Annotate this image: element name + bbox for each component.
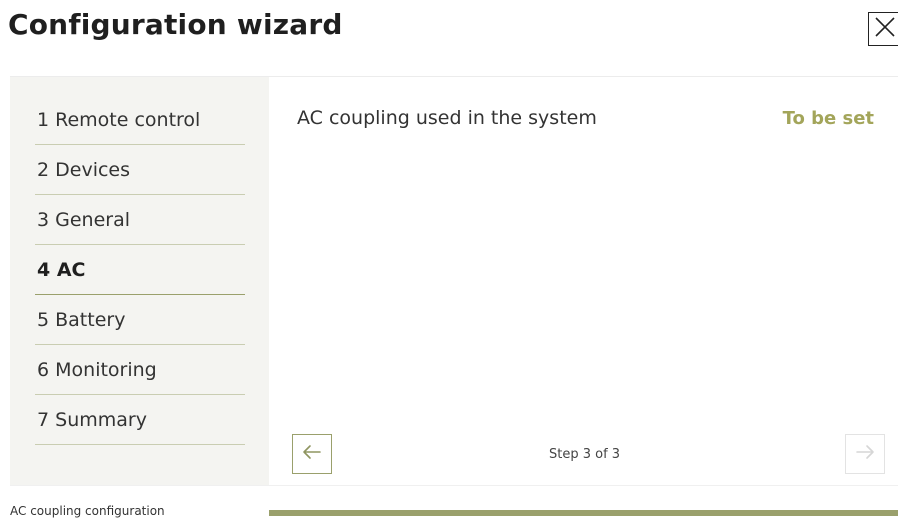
sidebar-item-devices[interactable]: 2 Devices bbox=[35, 145, 245, 195]
progress-bar bbox=[269, 510, 898, 516]
sidebar-item-label: 2 Devices bbox=[37, 159, 131, 181]
close-icon bbox=[873, 15, 897, 43]
setting-label: AC coupling used in the system bbox=[297, 107, 597, 129]
configuration-wizard: Configuration wizard 1 Remote control 2 … bbox=[0, 0, 898, 521]
step-indicator: Step 3 of 3 bbox=[549, 447, 621, 462]
sidebar-item-general[interactable]: 3 General bbox=[35, 195, 245, 245]
steps-list: 1 Remote control 2 Devices 3 General 4 A… bbox=[35, 95, 245, 445]
sidebar-item-monitoring[interactable]: 6 Monitoring bbox=[35, 345, 245, 395]
setting-status-link[interactable]: To be set bbox=[783, 108, 874, 129]
arrow-left-icon bbox=[301, 441, 323, 467]
footer-divider bbox=[10, 485, 898, 486]
sidebar-item-label: 5 Battery bbox=[37, 309, 126, 331]
close-button[interactable] bbox=[868, 12, 898, 46]
sidebar-item-label: 4 AC bbox=[37, 259, 86, 281]
progress-fill bbox=[269, 510, 898, 516]
sidebar-item-label: 3 General bbox=[37, 209, 131, 231]
arrow-right-icon bbox=[854, 441, 876, 467]
next-step-button[interactable] bbox=[845, 434, 885, 474]
sidebar-item-label: 1 Remote control bbox=[37, 109, 201, 131]
sidebar-item-remote-control[interactable]: 1 Remote control bbox=[35, 95, 245, 145]
sidebar-item-label: 7 Summary bbox=[37, 409, 147, 431]
wizard-steps-sidebar: 1 Remote control 2 Devices 3 General 4 A… bbox=[10, 77, 269, 485]
sidebar-item-ac[interactable]: 4 AC bbox=[35, 245, 245, 295]
sidebar-item-summary[interactable]: 7 Summary bbox=[35, 395, 245, 445]
footer-caption: AC coupling configuration bbox=[10, 504, 165, 518]
sidebar-item-battery[interactable]: 5 Battery bbox=[35, 295, 245, 345]
page-title: Configuration wizard bbox=[8, 8, 343, 41]
wizard-content: AC coupling used in the system To be set… bbox=[269, 77, 898, 485]
sidebar-item-label: 6 Monitoring bbox=[37, 359, 157, 381]
previous-step-button[interactable] bbox=[292, 434, 332, 474]
